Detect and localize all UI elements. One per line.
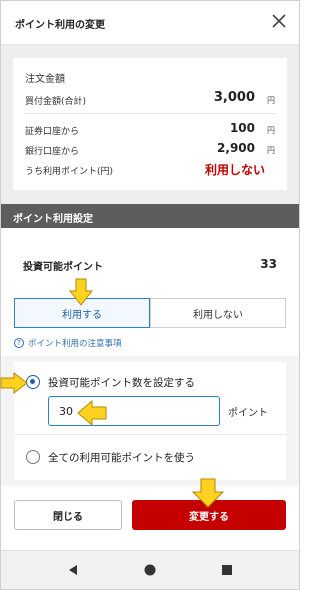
order-row-value: 100 bbox=[229, 121, 255, 135]
point-use-toggle: 利用する 利用しない bbox=[14, 298, 286, 328]
left-arrow-icon bbox=[77, 400, 107, 426]
down-arrow-icon bbox=[192, 478, 224, 508]
order-divider bbox=[25, 113, 275, 114]
order-row-label: 銀行口座から bbox=[25, 147, 80, 157]
points-used-status: 利用しない bbox=[204, 163, 265, 177]
order-row-unit: 円 bbox=[267, 146, 275, 155]
back-icon[interactable] bbox=[67, 564, 79, 576]
order-heading: 注文金額 bbox=[25, 74, 65, 85]
not-use-points-option[interactable]: 利用しない bbox=[150, 298, 286, 328]
order-row-unit: 円 bbox=[267, 126, 275, 135]
order-row-label: うち利用ポイント(円) bbox=[25, 167, 114, 177]
section-title: ポイント利用設定 bbox=[13, 214, 93, 225]
use-all-points-label: 全ての利用可能ポイントを使う bbox=[48, 452, 195, 464]
section-header: ポイント利用設定 bbox=[1, 204, 299, 228]
home-icon[interactable] bbox=[144, 564, 156, 576]
order-row-value: 3,000 bbox=[213, 90, 255, 105]
point-amount-options: 投資可能ポイント数を設定する ポイント 全ての利用可能ポイントを使う bbox=[14, 362, 286, 480]
right-arrow-icon bbox=[0, 372, 28, 394]
investable-points-row: 投資可能ポイント 33 bbox=[1, 228, 299, 288]
investable-points-value: 33 bbox=[260, 257, 277, 271]
use-all-points-radio[interactable] bbox=[26, 450, 40, 464]
close-button[interactable]: 閉じる bbox=[14, 500, 122, 530]
dialog-title: ポイント利用の変更 bbox=[15, 20, 105, 31]
system-nav-bar bbox=[1, 550, 299, 589]
recents-icon[interactable] bbox=[221, 564, 233, 576]
order-row-label: 買付金額(合計) bbox=[25, 97, 87, 107]
dialog-header: ポイント利用の変更 bbox=[1, 1, 299, 45]
order-summary-card: 注文金額 買付金額(合計) 3,000 円 証券口座から 100 円 銀行口座か… bbox=[13, 58, 287, 190]
point-amount-input[interactable] bbox=[48, 396, 220, 426]
options-divider bbox=[14, 434, 286, 435]
points-notice-link[interactable]: ? ポイント利用の注意事項 bbox=[14, 337, 122, 349]
set-amount-label: 投資可能ポイント数を設定する bbox=[48, 377, 195, 389]
question-icon: ? bbox=[14, 338, 24, 348]
set-amount-radio[interactable] bbox=[26, 375, 40, 389]
down-arrow-icon bbox=[69, 278, 93, 306]
order-row-label: 証券口座から bbox=[25, 127, 80, 137]
points-notice-text: ポイント利用の注意事項 bbox=[28, 339, 122, 349]
order-row-unit: 円 bbox=[267, 96, 275, 105]
point-unit-label: ポイント bbox=[228, 408, 268, 419]
order-row-value: 2,900 bbox=[217, 141, 255, 155]
investable-points-label: 投資可能ポイント bbox=[23, 262, 103, 273]
close-icon[interactable] bbox=[271, 13, 287, 29]
